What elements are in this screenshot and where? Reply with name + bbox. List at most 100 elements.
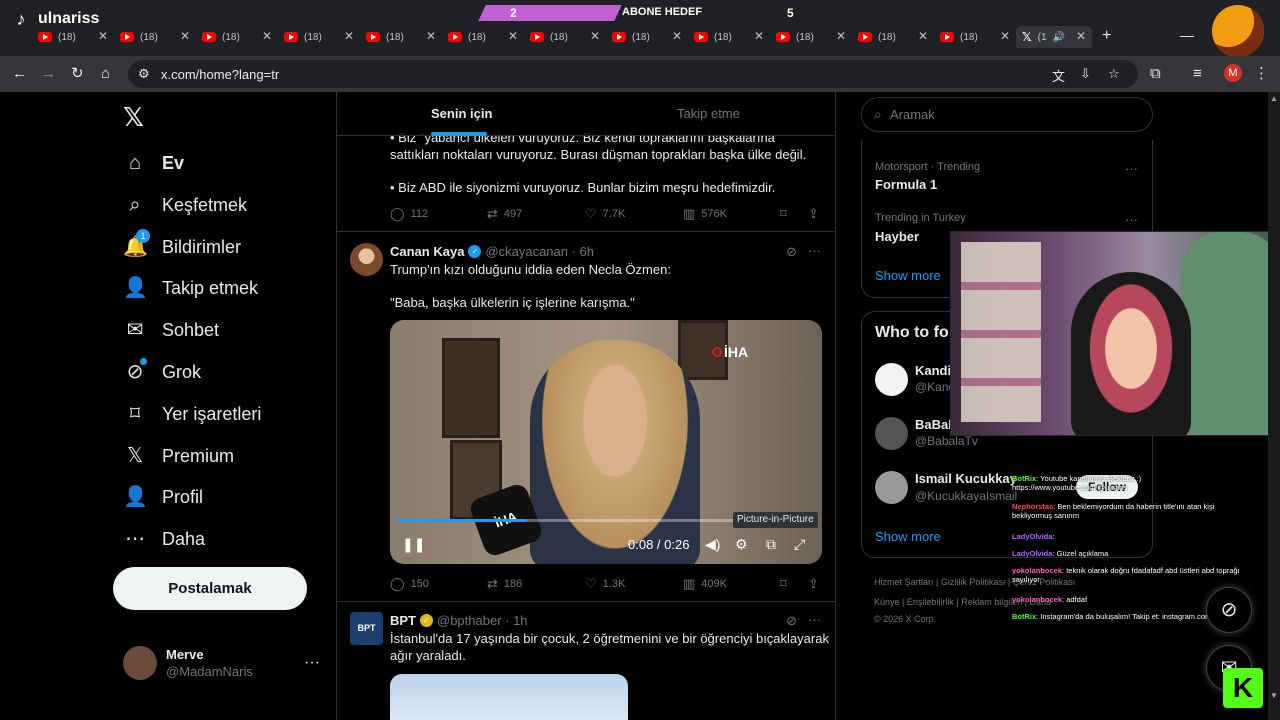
- translate-icon[interactable]: 文: [1052, 66, 1065, 85]
- post-more-icon[interactable]: ···: [808, 243, 821, 258]
- nav-item-takip-etmek[interactable]: 👤 Takip etmek: [123, 273, 258, 303]
- browser-tab[interactable]: (18) ✕: [32, 26, 114, 48]
- grok-icon[interactable]: ⊘: [786, 613, 797, 629]
- profile-avatar[interactable]: M: [1224, 64, 1242, 82]
- trend-name[interactable]: Formula 1: [875, 177, 937, 192]
- trend-more-icon[interactable]: ···: [1125, 161, 1138, 176]
- tab-following[interactable]: Takip etme: [677, 106, 740, 121]
- scroll-up-icon[interactable]: ▲: [1270, 94, 1278, 103]
- views-button[interactable]: ▥ 409K: [683, 576, 727, 592]
- close-tab-icon[interactable]: ✕: [1076, 29, 1086, 43]
- post-more-icon[interactable]: ···: [808, 612, 821, 627]
- close-tab-icon[interactable]: ✕: [180, 29, 190, 43]
- browser-tab[interactable]: (18) ✕: [606, 26, 688, 48]
- nav-item-keşfetmek[interactable]: ⌕ Keşfetmek: [123, 190, 247, 220]
- account-more-icon[interactable]: ···: [304, 654, 320, 672]
- fullscreen-icon[interactable]: ⤢: [794, 536, 805, 553]
- reply-button[interactable]: ◯ 112: [390, 206, 428, 222]
- trend-more-icon[interactable]: ···: [1125, 212, 1138, 227]
- address-bar[interactable]: ⚙ x.com/home?lang=tr 文 ⇩ ☆: [128, 60, 1138, 88]
- avatar[interactable]: BPT: [350, 612, 383, 645]
- share-button[interactable]: ⇪: [808, 576, 819, 592]
- home-browser-icon[interactable]: ⌂: [101, 65, 110, 83]
- show-more-link[interactable]: Show more: [875, 529, 941, 544]
- close-tab-icon[interactable]: ✕: [590, 29, 600, 43]
- avatar[interactable]: [875, 471, 908, 504]
- browser-tab[interactable]: (18) ✕: [196, 26, 278, 48]
- browser-tab[interactable]: (18) ✕: [278, 26, 360, 48]
- media-icon[interactable]: ≡: [1193, 65, 1202, 83]
- close-tab-icon[interactable]: ✕: [262, 29, 272, 43]
- views-button[interactable]: ▥ 576K: [683, 206, 727, 222]
- settings-icon[interactable]: ⚙: [735, 536, 748, 553]
- close-tab-icon[interactable]: ✕: [344, 29, 354, 43]
- volume-icon[interactable]: ◀): [705, 536, 720, 553]
- suggestion-name[interactable]: Ismail Kucukkay: [915, 471, 1017, 486]
- x-logo-icon[interactable]: 𝕏: [123, 102, 144, 133]
- browser-tab[interactable]: (18) ✕: [770, 26, 852, 48]
- share-button[interactable]: ⇪: [808, 206, 819, 222]
- close-tab-icon[interactable]: ✕: [426, 29, 436, 43]
- minimize-icon[interactable]: —: [1180, 27, 1194, 43]
- browser-tab[interactable]: (18) ✕: [934, 26, 1016, 48]
- back-icon[interactable]: ←: [12, 65, 27, 83]
- like-button[interactable]: ♡ 1.3K: [585, 576, 625, 592]
- avatar[interactable]: [875, 363, 908, 396]
- tab-for-you[interactable]: Senin için: [431, 106, 492, 121]
- extensions-icon[interactable]: ⧉: [1150, 65, 1161, 83]
- close-tab-icon[interactable]: ✕: [1000, 29, 1010, 43]
- author-handle[interactable]: @bpthaber · 1h: [437, 613, 528, 628]
- forward-icon[interactable]: →: [41, 65, 56, 83]
- post-image[interactable]: [390, 674, 628, 720]
- browser-tab-active[interactable]: 𝕏 (1 🔊 ✕: [1016, 26, 1092, 48]
- nav-item-yer-işaretleri[interactable]: ⌑ Yer işaretleri: [123, 399, 262, 429]
- picture-in-picture-icon[interactable]: ⧉: [766, 536, 776, 553]
- nav-item-daha[interactable]: ⋯ Daha: [123, 524, 205, 554]
- browser-tab[interactable]: (18) ✕: [852, 26, 934, 48]
- video-player[interactable]: İHA İHA ❚❚ 0:08 / 0:26 ◀) ⚙ ⧉ ⤢ Picture-…: [390, 320, 822, 564]
- close-tab-icon[interactable]: ✕: [508, 29, 518, 43]
- nav-item-profil[interactable]: 👤 Profil: [123, 482, 203, 512]
- close-tab-icon[interactable]: ✕: [754, 29, 764, 43]
- post-button[interactable]: Postalamak: [113, 567, 307, 610]
- browser-tab[interactable]: (18) ✕: [360, 26, 442, 48]
- avatar[interactable]: [875, 417, 908, 450]
- browser-tab[interactable]: (18) ✕: [688, 26, 770, 48]
- nav-item-bildirimler[interactable]: 🔔 1 Bildirimler: [123, 229, 241, 262]
- scroll-down-icon[interactable]: ▼: [1270, 691, 1278, 700]
- browser-tab[interactable]: (18) ✕: [114, 26, 196, 48]
- close-tab-icon[interactable]: ✕: [672, 29, 682, 43]
- nav-item-grok[interactable]: ⊘ Grok: [123, 357, 201, 387]
- site-info-icon[interactable]: ⚙: [138, 66, 150, 82]
- close-tab-icon[interactable]: ✕: [918, 29, 928, 43]
- reload-icon[interactable]: ↻: [71, 65, 84, 83]
- speaker-icon[interactable]: 🔊: [1053, 32, 1065, 43]
- repost-button[interactable]: ⇄ 497: [487, 206, 522, 222]
- search-input[interactable]: ⌕ Aramak: [861, 97, 1153, 132]
- show-more-link[interactable]: Show more: [875, 268, 941, 283]
- bookmark-star-icon[interactable]: ☆: [1108, 66, 1120, 82]
- nav-item-sohbet[interactable]: ✉ Sohbet: [123, 315, 219, 345]
- browser-menu-icon[interactable]: ⋮: [1254, 65, 1269, 83]
- suggestion-name[interactable]: BaBal: [915, 417, 952, 432]
- browser-tab[interactable]: (18) ✕: [524, 26, 606, 48]
- author-name[interactable]: Canan Kaya: [390, 244, 464, 259]
- page-scrollbar[interactable]: ▲ ▼: [1268, 92, 1280, 720]
- repost-button[interactable]: ⇄ 186: [487, 576, 522, 592]
- suggestion-name[interactable]: Kandi: [915, 363, 951, 378]
- pause-icon[interactable]: ❚❚: [402, 536, 425, 553]
- author-name[interactable]: BPT: [390, 613, 416, 628]
- install-icon[interactable]: ⇩: [1080, 66, 1091, 82]
- like-button[interactable]: ♡ 7.7K: [585, 206, 625, 222]
- close-tab-icon[interactable]: ✕: [98, 29, 108, 43]
- reply-button[interactable]: ◯ 150: [390, 576, 429, 592]
- grok-icon[interactable]: ⊘: [786, 244, 797, 260]
- nav-item-premium[interactable]: 𝕏 Premium: [123, 441, 234, 471]
- new-tab-icon[interactable]: +: [1102, 27, 1111, 45]
- author-handle[interactable]: @ckayacanan · 6h: [485, 244, 594, 259]
- avatar[interactable]: [350, 243, 383, 276]
- bookmark-button[interactable]: ⌑: [780, 206, 787, 222]
- grok-fab-icon[interactable]: ⊘: [1206, 587, 1252, 633]
- trend-name[interactable]: Hayber: [875, 229, 919, 244]
- nav-item-ev[interactable]: ⌂ Ev: [123, 148, 184, 178]
